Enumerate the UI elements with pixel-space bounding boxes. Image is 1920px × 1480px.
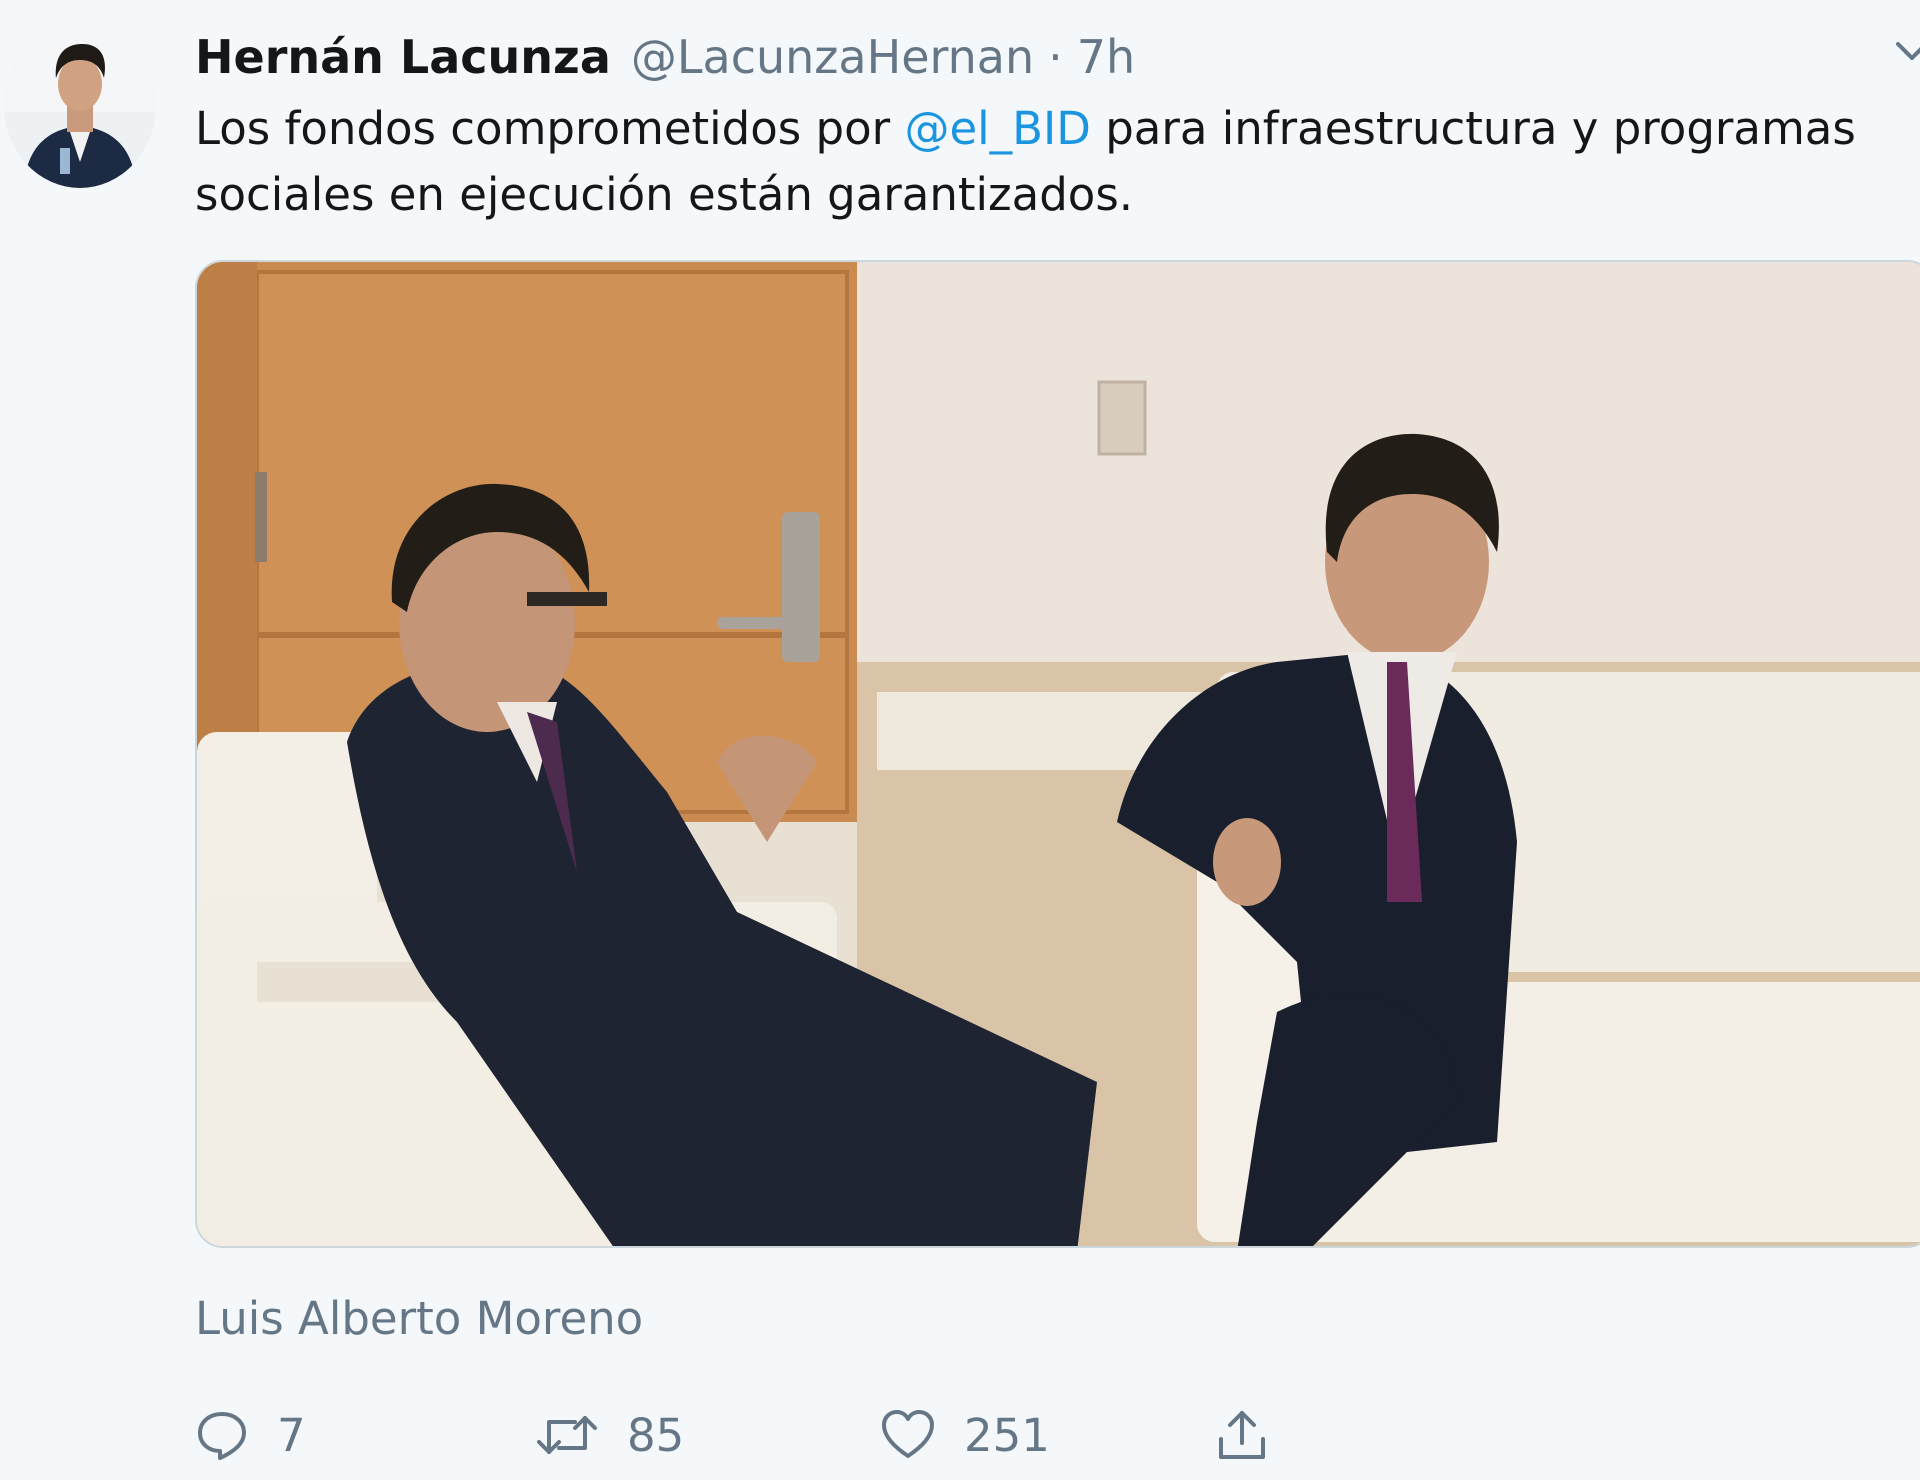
tweet-actions: 7 85 251	[195, 1400, 1295, 1470]
speech-bubble-icon	[195, 1408, 249, 1462]
like-count: 251	[964, 1408, 1050, 1462]
tagged-person[interactable]: Luis Alberto Moreno	[195, 1292, 643, 1345]
heart-icon	[880, 1408, 936, 1462]
share-button[interactable]	[1215, 1400, 1269, 1470]
mention-link[interactable]: @el_BID	[904, 102, 1090, 155]
tweet-photo[interactable]	[195, 260, 1920, 1248]
avatar[interactable]	[4, 22, 156, 188]
retweet-button[interactable]: 85	[535, 1400, 684, 1470]
tweet-header: Hernán Lacunza @LacunzaHernan · 7h	[195, 22, 1135, 92]
tweet-text: Los fondos comprometidos por @el_BID par…	[195, 96, 1905, 228]
author-handle[interactable]: @LacunzaHernan	[631, 30, 1034, 84]
tweet-timestamp[interactable]: 7h	[1077, 30, 1135, 84]
tweet[interactable]: Hernán Lacunza @LacunzaHernan · 7h Los f…	[0, 0, 1920, 1480]
header-separator: ·	[1048, 30, 1063, 84]
like-button[interactable]: 251	[880, 1400, 1050, 1470]
author-name[interactable]: Hernán Lacunza	[195, 30, 611, 84]
tweet-text-before: Los fondos comprometidos por	[195, 102, 905, 155]
chevron-down-icon[interactable]	[1896, 38, 1920, 78]
reply-count: 7	[277, 1408, 306, 1462]
share-upload-icon	[1215, 1407, 1269, 1463]
reply-button[interactable]: 7	[195, 1400, 306, 1470]
retweet-count: 85	[627, 1408, 685, 1462]
retweet-arrows-icon	[535, 1408, 599, 1462]
